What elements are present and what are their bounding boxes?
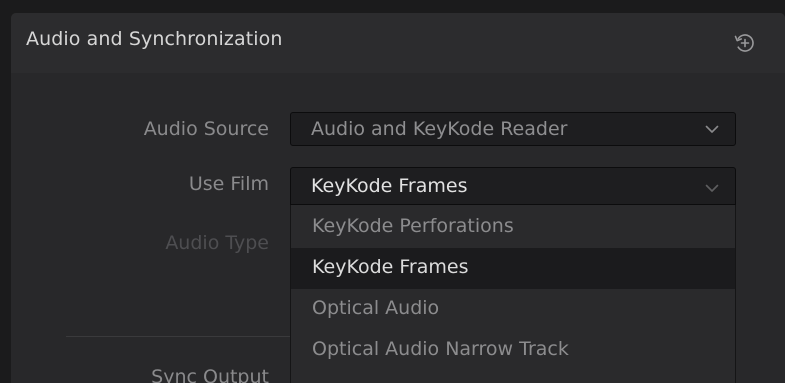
dropdown-option-keykode-perforations[interactable]: KeyKode Perforations (291, 207, 735, 248)
option-label: Optical Audio (312, 297, 440, 319)
dropdown-option-keykode-frames[interactable]: KeyKode Frames (291, 248, 735, 289)
section-divider (66, 336, 290, 337)
audio-sync-panel: Audio and Synchronization Audio Source A… (11, 13, 785, 383)
option-label: KeyKode Perforations (312, 215, 514, 237)
audio-source-label: Audio Source (143, 118, 269, 140)
reset-history-icon[interactable] (732, 30, 758, 56)
sync-output-label: Sync Output (151, 366, 269, 383)
audio-source-value: Audio and KeyKode Reader (311, 118, 568, 140)
audio-type-label: Audio Type (165, 232, 269, 254)
chevron-down-icon (705, 184, 719, 192)
option-label: KeyKode Frames (312, 256, 469, 278)
use-film-value: KeyKode Frames (311, 175, 468, 197)
audio-source-select[interactable]: Audio and KeyKode Reader (290, 112, 736, 146)
use-film-dropdown-menu: KeyKode Perforations KeyKode Frames Opti… (290, 205, 736, 383)
panel-title: Audio and Synchronization (26, 28, 283, 50)
dropdown-option-optical-audio[interactable]: Optical Audio (291, 289, 735, 330)
use-film-select[interactable]: KeyKode Frames (290, 167, 736, 205)
panel-header: Audio and Synchronization (11, 13, 785, 73)
option-label: Optical Audio Narrow Track (312, 338, 569, 360)
use-film-label: Use Film (188, 173, 269, 195)
dropdown-option-optical-audio-narrow-track[interactable]: Optical Audio Narrow Track (291, 330, 735, 371)
chevron-down-icon (705, 125, 719, 133)
